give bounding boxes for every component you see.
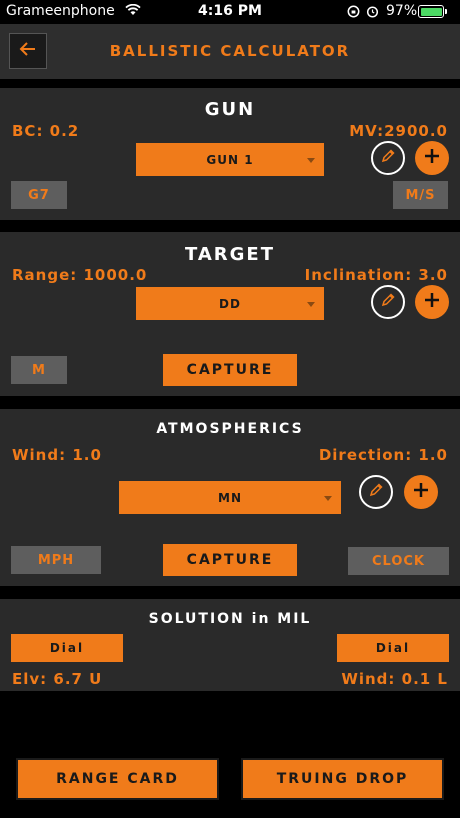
wind-dial-button[interactable]: Dial	[337, 634, 449, 662]
wind-unit-button[interactable]: MPH	[11, 546, 101, 574]
battery-icon	[418, 5, 444, 18]
chevron-down-icon	[307, 157, 315, 163]
clock-button[interactable]: CLOCK	[348, 547, 449, 575]
battery-tip	[445, 9, 447, 14]
range-card-button[interactable]: RANGE CARD	[16, 758, 219, 800]
battery-percentage: 97%	[386, 3, 418, 19]
rotation-lock-icon	[347, 5, 360, 22]
solution-section-title: SOLUTION in MIL	[148, 611, 312, 627]
target-capture-button[interactable]: CAPTURE	[163, 354, 297, 386]
chevron-down-icon	[324, 495, 332, 501]
inclination-label: Inclination: 3.0	[304, 266, 448, 284]
wind-label: Wind: 1.0	[12, 446, 102, 464]
atmospherics-section-title: ATMOSPHERICS	[156, 421, 304, 437]
target-select-value: DD	[219, 296, 241, 311]
gun-section-title: GUN	[204, 99, 256, 120]
target-select[interactable]: DD	[136, 287, 324, 320]
direction-label: Direction: 1.0	[318, 446, 448, 464]
range-label: Range: 1000.0	[12, 266, 148, 284]
atmospherics-capture-button[interactable]: CAPTURE	[163, 544, 297, 576]
gun-select[interactable]: GUN 1	[136, 143, 324, 176]
wind-select[interactable]: MN	[119, 481, 341, 514]
plus-icon	[412, 481, 430, 503]
bc-label: BC: 0.2	[12, 122, 80, 140]
plus-icon	[423, 147, 441, 169]
wind-solution-value: Wind: 0.1 L	[341, 670, 448, 688]
edit-gun-button[interactable]	[371, 141, 405, 175]
chevron-down-icon	[307, 301, 315, 307]
add-target-button[interactable]	[415, 285, 449, 319]
truing-drop-button[interactable]: TRUING DROP	[241, 758, 444, 800]
target-section-title: TARGET	[184, 244, 276, 265]
pencil-icon	[368, 482, 384, 502]
wind-select-value: MN	[218, 490, 242, 505]
velocity-unit-button[interactable]: M/S	[393, 181, 448, 209]
elevation-dial-button[interactable]: Dial	[11, 634, 123, 662]
elevation-value: Elv: 6.7 U	[12, 670, 103, 688]
mv-label: MV:2900.0	[349, 122, 448, 140]
pencil-icon	[380, 292, 396, 312]
gun-select-value: GUN 1	[206, 152, 254, 167]
pencil-icon	[380, 148, 396, 168]
add-gun-button[interactable]	[415, 141, 449, 175]
status-bar: Grameenphone 4:16 PM 97%	[0, 0, 460, 24]
edit-atmospherics-button[interactable]	[359, 475, 393, 509]
plus-icon	[423, 291, 441, 313]
page-title: BALLISTIC CALCULATOR	[109, 42, 351, 60]
range-unit-button[interactable]: M	[11, 356, 67, 384]
edit-target-button[interactable]	[371, 285, 405, 319]
drag-model-button[interactable]: G7	[11, 181, 67, 209]
alarm-icon	[366, 5, 379, 22]
add-atmospherics-button[interactable]	[404, 475, 438, 509]
